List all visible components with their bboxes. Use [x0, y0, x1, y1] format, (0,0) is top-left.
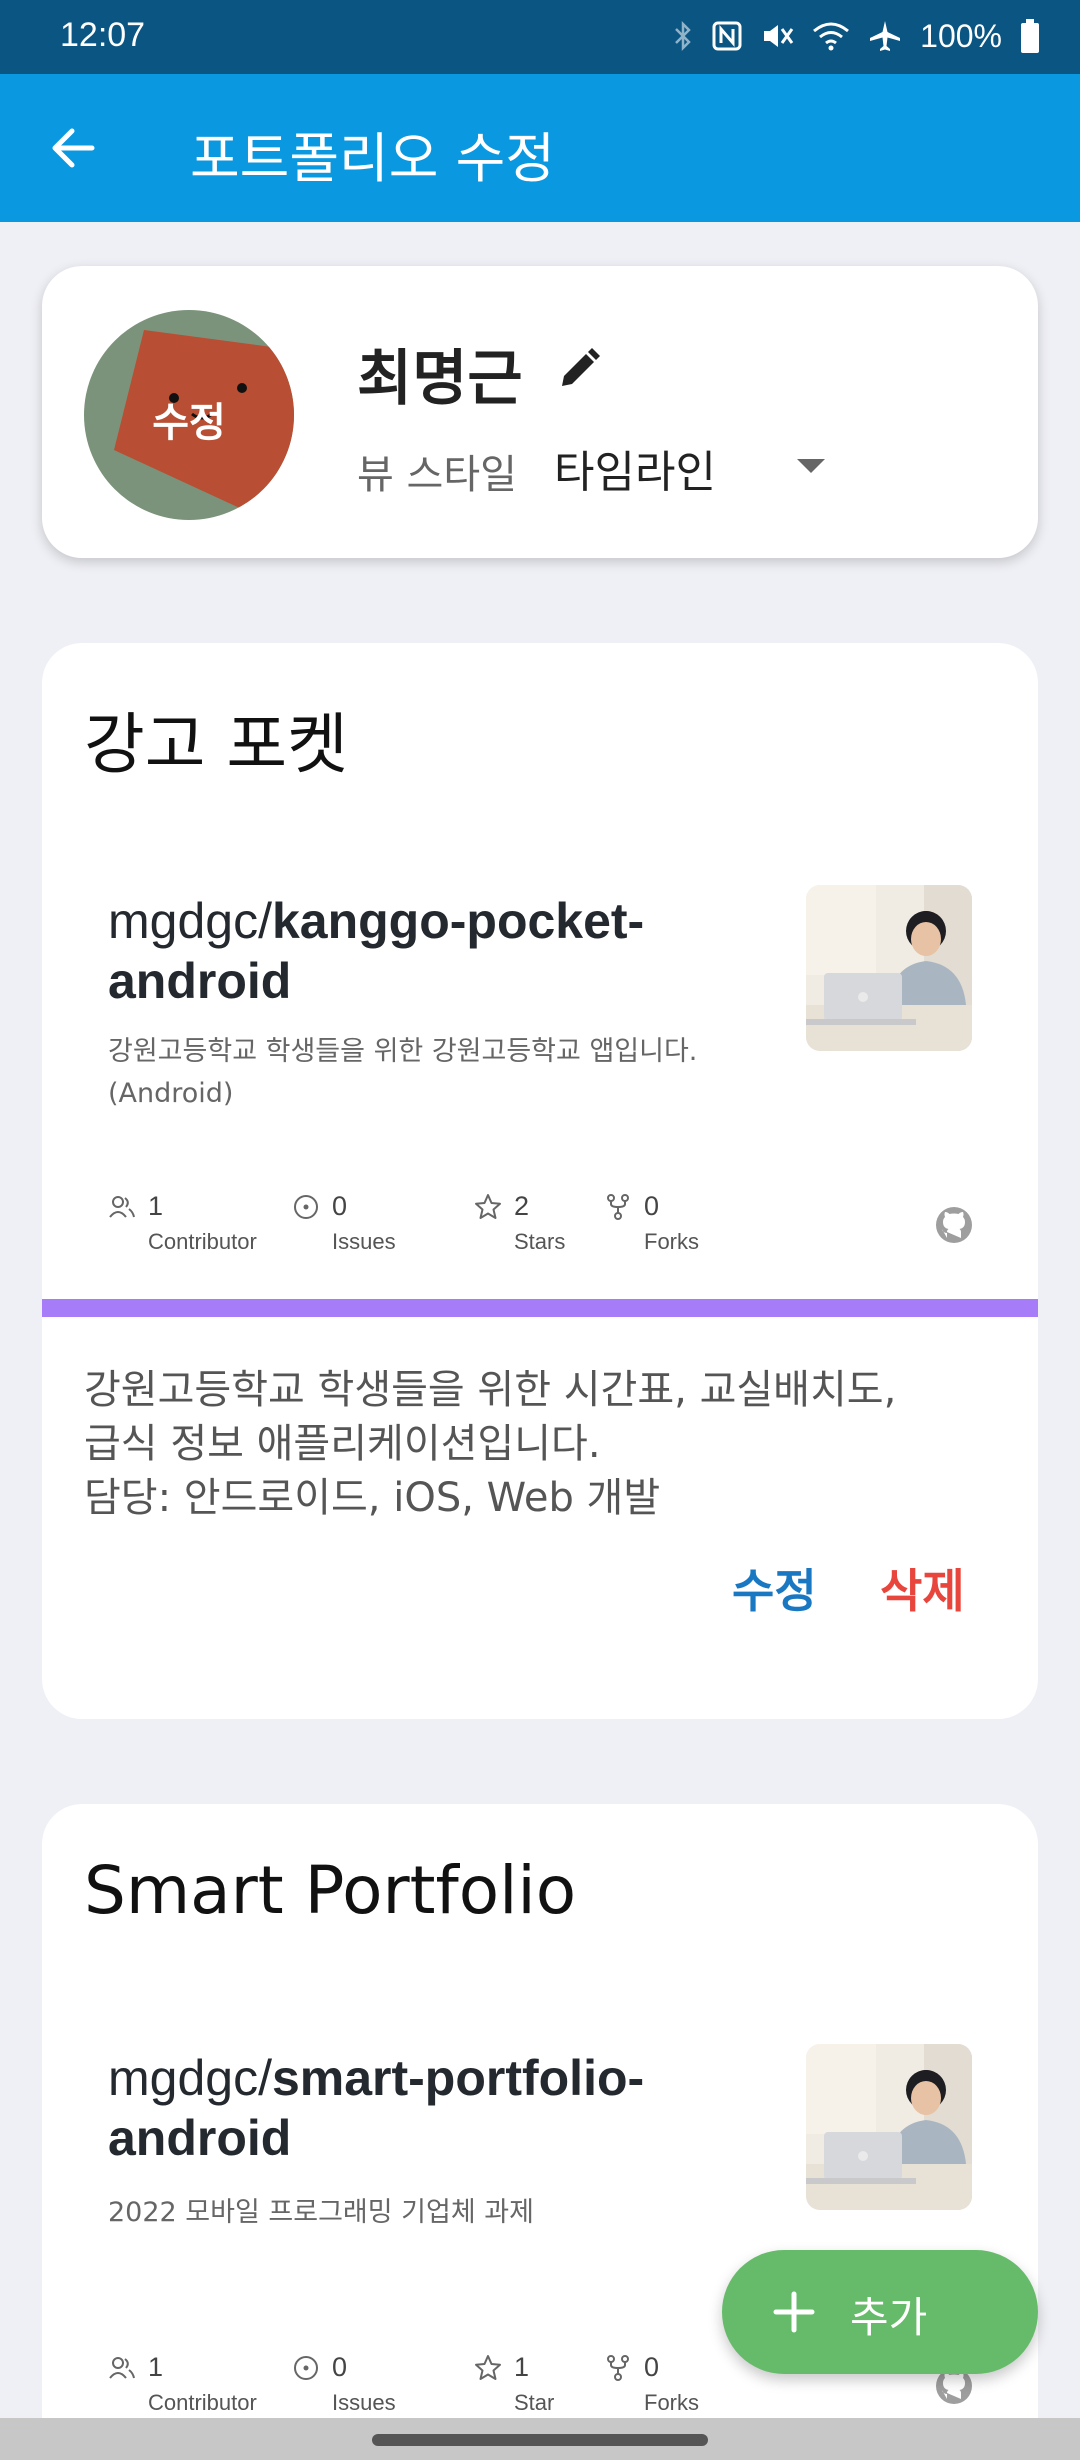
people-icon	[109, 1196, 135, 1218]
body-line2: 급식 정보 애플리케이션입니다.	[84, 1421, 601, 1467]
battery-icon	[1020, 19, 1040, 53]
stat-label: Issues	[332, 1229, 396, 1254]
repo-name-line1: smart-portfolio-	[271, 2050, 645, 2106]
stat-label: Issues	[332, 2390, 396, 2415]
vibrate-icon	[760, 21, 794, 51]
stat-value: 1	[514, 2352, 530, 2382]
stat-label: Contributor	[148, 2390, 257, 2415]
github-icon[interactable]	[934, 1205, 974, 1245]
card-heading: 강고 포켓	[84, 706, 348, 783]
nfc-icon	[712, 21, 742, 51]
add-button-label: 추가	[850, 2293, 928, 2342]
stat-label: Star	[514, 2390, 555, 2415]
edit-button[interactable]: 수정	[732, 1555, 817, 1621]
repo-desc-line2: (Android)	[108, 1078, 234, 1109]
bluetooth-icon	[672, 20, 694, 52]
fork-icon	[607, 1194, 629, 1220]
status-time: 12:07	[60, 16, 146, 54]
avatar[interactable]: 수정	[84, 310, 294, 520]
repo-stats: 1 Contributor 0 Issues 2 Stars 0 Forks	[108, 1191, 1008, 1271]
repo-owner: mgdgc/	[108, 2050, 272, 2106]
avatar-edit-label: 수정	[152, 400, 226, 446]
repo-name-line2: android	[108, 2110, 292, 2166]
stat-value: 0	[332, 1191, 348, 1221]
stat-value: 0	[332, 2352, 348, 2382]
stat-label: Stars	[514, 1229, 566, 1254]
delete-button[interactable]: 삭제	[880, 1555, 965, 1621]
repo-name-line2: android	[108, 953, 292, 1009]
issue-icon	[294, 1195, 318, 1219]
star-icon	[475, 1194, 501, 1219]
stat-value: 0	[644, 2352, 660, 2382]
app-bar: 포트폴리오 수정	[0, 74, 1080, 222]
repo-title[interactable]: mgdgc/kanggo-pocket- android	[108, 891, 768, 1011]
profile-name: 최명근	[357, 344, 523, 414]
portfolio-card: 강고 포켓 mgdgc/kanggo-pocket- android 강원고등학…	[42, 643, 1038, 1719]
card-body: 강원고등학교 학생들을 위한 시간표, 교실배치도, 급식 정보 애플리케이션입…	[84, 1363, 1004, 1525]
home-gesture-handle[interactable]	[372, 2434, 708, 2446]
repo-thumbnail	[806, 2044, 972, 2210]
repo-desc-line1: 2022 모바일 프로그래밍 기업체 과제	[108, 2197, 534, 2228]
fork-icon	[607, 2355, 629, 2381]
navigation-bar	[0, 2418, 1080, 2460]
repo-thumbnail	[806, 885, 972, 1051]
battery-percent: 100%	[920, 17, 1002, 54]
add-button[interactable]: 추가	[722, 2250, 1038, 2374]
repo-desc-line1: 강원고등학교 학생들을 위한 강원고등학교 앱입니다.	[108, 1036, 698, 1067]
repo-name-line1: kanggo-pocket-	[271, 893, 645, 949]
status-icons: 100%	[672, 14, 1040, 58]
people-icon	[109, 2357, 135, 2379]
back-arrow-icon[interactable]	[44, 118, 104, 178]
repo-description: 2022 모바일 프로그래밍 기업체 과제	[108, 2192, 768, 2234]
view-style-label: 뷰 스타일	[357, 452, 517, 498]
profile-card: 수정 최명근 뷰 스타일 타임라인	[42, 266, 1038, 558]
caret-down-icon[interactable]	[797, 459, 825, 473]
card-heading: Smart Portfolio	[84, 1852, 577, 1929]
wifi-icon	[812, 21, 850, 51]
stat-label: Forks	[644, 1229, 699, 1254]
card-divider-stripe	[42, 1299, 1038, 1317]
repo-title[interactable]: mgdgc/smart-portfolio- android	[108, 2048, 768, 2168]
stat-value: 1	[148, 1191, 164, 1221]
repo-owner: mgdgc/	[108, 893, 272, 949]
stat-value: 1	[148, 2352, 164, 2382]
page-title: 포트폴리오 수정	[190, 127, 555, 190]
body-line3: 담당: 안드로이드, iOS, Web 개발	[84, 1475, 661, 1521]
status-bar: 12:07 100%	[0, 0, 1080, 74]
view-style-select[interactable]: 타임라인	[554, 436, 716, 500]
stat-label: Forks	[644, 2390, 699, 2415]
body-line1: 강원고등학교 학생들을 위한 시간표, 교실배치도,	[84, 1367, 897, 1413]
plus-icon	[764, 2282, 824, 2342]
issue-icon	[294, 2356, 318, 2380]
pencil-icon[interactable]	[554, 344, 604, 394]
star-icon	[475, 2355, 501, 2380]
stat-label: Contributor	[148, 1229, 257, 1254]
airplane-icon	[868, 19, 902, 53]
stat-value: 2	[514, 1191, 530, 1221]
stat-value: 0	[644, 1191, 660, 1221]
repo-description: 강원고등학교 학생들을 위한 강원고등학교 앱입니다. (Android)	[108, 1031, 768, 1115]
